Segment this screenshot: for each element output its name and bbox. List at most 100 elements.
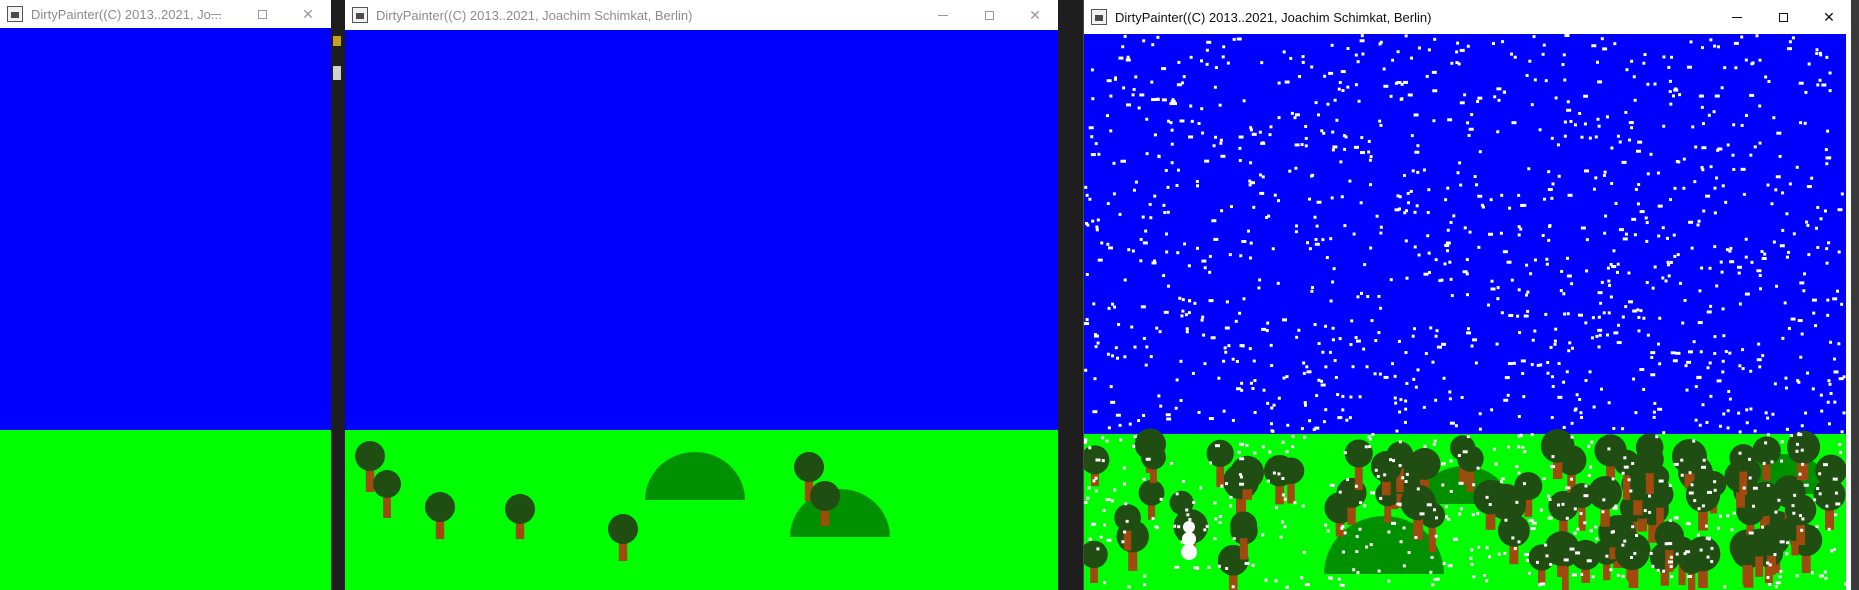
snowflake — [1835, 502, 1841, 506]
snowflake — [1162, 274, 1166, 278]
snowflake — [1843, 582, 1846, 586]
snowflake — [1109, 129, 1113, 133]
snowflake — [1452, 214, 1456, 218]
snowflake — [1365, 545, 1369, 549]
snowflake — [1662, 55, 1666, 59]
snowflake — [1690, 246, 1694, 250]
snowflake — [1236, 37, 1242, 41]
snowflake — [1667, 560, 1673, 564]
minimize-button[interactable] — [1714, 0, 1760, 34]
snowflake — [1096, 218, 1100, 222]
snowflake — [1716, 148, 1720, 152]
snowflake — [1404, 351, 1408, 355]
snowflake — [1526, 290, 1530, 294]
snowflake — [1702, 458, 1706, 462]
snowflake — [1476, 99, 1480, 103]
snowflake — [1134, 75, 1138, 79]
snowflake — [1308, 197, 1312, 201]
snowflake — [1670, 55, 1674, 59]
snowflake — [1723, 585, 1727, 589]
close-button[interactable]: ✕ — [285, 0, 331, 28]
snowflake — [1395, 429, 1399, 433]
snowflake — [1731, 153, 1735, 157]
snowflake — [1670, 575, 1674, 579]
snowflake — [1427, 251, 1431, 255]
snowflake — [1124, 502, 1128, 506]
snowflake — [1450, 294, 1454, 298]
snowflake — [1092, 479, 1096, 483]
minimize-button[interactable] — [920, 0, 966, 30]
snowflake — [1766, 483, 1770, 487]
snowflake — [1729, 260, 1735, 264]
snowflake — [1237, 450, 1241, 454]
snowflake — [1442, 562, 1446, 566]
window-1-titlebar[interactable]: DirtyPainter((C) 2013..2021, Jo... ✕ — [0, 0, 331, 28]
snowflake — [1088, 197, 1092, 201]
snowflake — [1164, 168, 1168, 172]
maximize-button[interactable] — [239, 0, 285, 28]
snowflake — [1248, 347, 1252, 351]
snowflake — [1286, 423, 1290, 427]
snowflake — [1282, 318, 1288, 322]
snowflake — [1627, 478, 1631, 482]
maximize-button[interactable] — [1760, 0, 1806, 34]
snowflake — [1668, 90, 1672, 94]
snowflake — [1759, 287, 1763, 291]
snowflake — [1277, 116, 1281, 120]
snowflake — [1778, 154, 1782, 158]
snowflake — [1562, 292, 1566, 296]
snowflake — [1156, 97, 1160, 101]
snowflake — [1434, 516, 1438, 520]
snowflake — [1182, 75, 1186, 79]
tree-crown — [1540, 429, 1575, 463]
snowflake — [1209, 461, 1213, 465]
snowflake — [1369, 543, 1373, 547]
snowflake — [1706, 310, 1712, 314]
snowflake — [1709, 38, 1713, 42]
snowflake — [1165, 413, 1171, 417]
window-3-titlebar[interactable]: DirtyPainter((C) 2013..2021, Joachim Sch… — [1084, 0, 1852, 34]
snowflake — [1602, 311, 1606, 315]
snowflake — [1567, 193, 1573, 197]
snowflake — [1665, 236, 1669, 240]
snowflake — [1591, 44, 1597, 48]
snowflake — [1304, 144, 1308, 148]
snowflake — [1300, 427, 1304, 431]
snowflake — [1166, 119, 1170, 123]
snowflake — [1448, 390, 1452, 394]
snowflake — [1833, 370, 1839, 374]
snowflake — [1701, 168, 1705, 172]
snowflake — [1457, 453, 1461, 457]
snowflake — [1170, 99, 1176, 103]
snowflake — [1828, 71, 1832, 75]
snowflake — [1133, 345, 1137, 349]
snowflake — [1792, 232, 1796, 236]
snowflake — [1330, 43, 1334, 47]
snowflake — [1282, 376, 1286, 380]
snowflake — [1610, 181, 1614, 185]
snowflake — [1277, 81, 1281, 85]
maximize-button[interactable] — [966, 0, 1012, 30]
snowflake — [1331, 338, 1335, 342]
minimize-button[interactable] — [193, 0, 239, 28]
close-button[interactable]: ✕ — [1806, 0, 1852, 34]
close-button[interactable]: ✕ — [1012, 0, 1058, 30]
snowflake — [1387, 579, 1391, 583]
window-2-titlebar[interactable]: DirtyPainter((C) 2013..2021, Joachim Sch… — [345, 0, 1058, 30]
snowflake — [1644, 216, 1648, 220]
snowflake — [1562, 380, 1566, 384]
snowflake — [1728, 351, 1732, 355]
snowflake — [1371, 432, 1375, 436]
snowflake — [1382, 67, 1386, 71]
snowflake — [1697, 219, 1701, 223]
snowflake — [1203, 362, 1207, 366]
snowflake — [1700, 46, 1704, 50]
snowflake — [1156, 35, 1160, 39]
snowflake — [1153, 194, 1157, 198]
snowflake — [1466, 331, 1472, 335]
snowflake — [1175, 183, 1179, 187]
window-3-title: DirtyPainter((C) 2013..2021, Joachim Sch… — [1115, 9, 1432, 25]
snowflake — [1643, 53, 1647, 57]
painting-canvas — [0, 28, 331, 590]
snowflake — [1329, 237, 1333, 241]
